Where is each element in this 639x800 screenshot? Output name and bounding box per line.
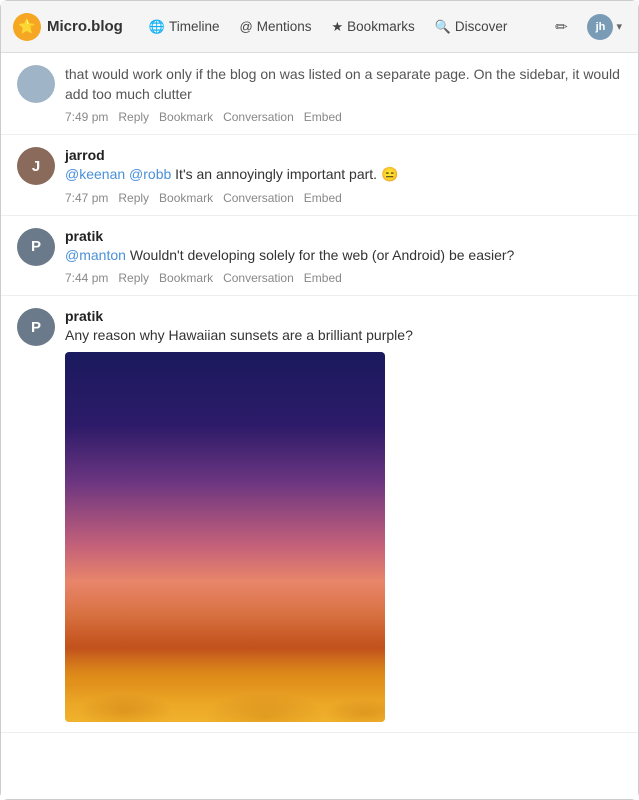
post-body: Wouldn't developing solely for the web (… xyxy=(130,247,515,263)
post-meta: 7:47 pm Reply Bookmark Conversation Embe… xyxy=(65,191,622,205)
bookmark-link[interactable]: Bookmark xyxy=(159,110,213,124)
nav-item-discover[interactable]: 🔍 Discover xyxy=(427,14,516,40)
post-item: P pratik Any reason why Hawaiian sunsets… xyxy=(1,296,638,733)
post-time: 7:47 pm xyxy=(65,191,108,205)
post-text: that would work only if the blog on was … xyxy=(65,65,622,104)
compose-icon: ✏ xyxy=(555,18,568,36)
post-content: pratik @manton Wouldn't developing solel… xyxy=(65,228,622,286)
nav-item-bookmarks[interactable]: ★ Bookmarks xyxy=(324,14,423,40)
embed-link[interactable]: Embed xyxy=(304,110,342,124)
navbar: ⭐ Micro.blog 🌐 Timeline @ Mentions ★ Boo… xyxy=(1,1,638,53)
reply-link[interactable]: Reply xyxy=(118,271,149,285)
bookmarks-label: Bookmarks xyxy=(347,19,415,34)
post-item: J jarrod @keenan @robb It's an annoyingl… xyxy=(1,135,638,216)
timeline-label: Timeline xyxy=(169,19,220,34)
post-content: that would work only if the blog on was … xyxy=(65,65,622,124)
post-username[interactable]: jarrod xyxy=(65,147,622,163)
embed-link[interactable]: Embed xyxy=(304,191,342,205)
reply-link[interactable]: Reply xyxy=(118,110,149,124)
mentions-icon: @ xyxy=(240,19,253,34)
conversation-link[interactable]: Conversation xyxy=(223,271,294,285)
compose-button[interactable]: ✏ xyxy=(547,13,575,41)
reply-link[interactable]: Reply xyxy=(118,191,149,205)
avatar[interactable]: P xyxy=(17,228,55,266)
nav-item-timeline[interactable]: 🌐 Timeline xyxy=(141,14,228,40)
mention-link[interactable]: @keenan xyxy=(65,166,125,182)
post-time: 7:49 pm xyxy=(65,110,108,124)
post-text: @keenan @robb It's an annoyingly importa… xyxy=(65,165,622,185)
mention-link[interactable]: @manton xyxy=(65,247,126,263)
post-username[interactable]: pratik xyxy=(65,308,622,324)
embed-link[interactable]: Embed xyxy=(304,271,342,285)
mention-link[interactable]: @robb xyxy=(129,166,171,182)
post-username[interactable]: pratik xyxy=(65,228,622,244)
post-item: P pratik @manton Wouldn't developing sol… xyxy=(1,216,638,297)
post-item: that would work only if the blog on was … xyxy=(1,53,638,135)
post-content: jarrod @keenan @robb It's an annoyingly … xyxy=(65,147,622,205)
discover-label: Discover xyxy=(455,19,508,34)
chevron-down-icon: ▾ xyxy=(616,20,622,33)
feed: that would work only if the blog on was … xyxy=(1,53,638,799)
logo-text: Micro.blog xyxy=(47,18,123,35)
post-body: It's an annoyingly important part. 😑 xyxy=(175,166,398,182)
nav-items: 🌐 Timeline @ Mentions ★ Bookmarks 🔍 Disc… xyxy=(141,14,548,40)
avatar: jh xyxy=(587,14,613,40)
conversation-link[interactable]: Conversation xyxy=(223,191,294,205)
mentions-label: Mentions xyxy=(257,19,312,34)
bookmark-link[interactable]: Bookmark xyxy=(159,271,213,285)
avatar xyxy=(17,65,55,103)
logo[interactable]: ⭐ Micro.blog xyxy=(13,13,123,41)
nav-right: ✏ jh ▾ xyxy=(547,12,626,42)
bookmarks-icon: ★ xyxy=(332,19,344,35)
avatar[interactable]: P xyxy=(17,308,55,346)
avatar[interactable]: J xyxy=(17,147,55,185)
post-meta: 7:44 pm Reply Bookmark Conversation Embe… xyxy=(65,271,622,285)
nav-item-mentions[interactable]: @ Mentions xyxy=(232,14,320,39)
post-image xyxy=(65,352,385,722)
post-text: Any reason why Hawaiian sunsets are a br… xyxy=(65,326,622,346)
post-text: @manton Wouldn't developing solely for t… xyxy=(65,246,622,266)
logo-icon: ⭐ xyxy=(13,13,41,41)
discover-icon: 🔍 xyxy=(435,19,451,35)
bookmark-link[interactable]: Bookmark xyxy=(159,191,213,205)
user-menu-button[interactable]: jh ▾ xyxy=(583,12,626,42)
post-time: 7:44 pm xyxy=(65,271,108,285)
conversation-link[interactable]: Conversation xyxy=(223,110,294,124)
post-content: pratik Any reason why Hawaiian sunsets a… xyxy=(65,308,622,722)
timeline-icon: 🌐 xyxy=(149,19,165,35)
post-meta: 7:49 pm Reply Bookmark Conversation Embe… xyxy=(65,110,622,124)
